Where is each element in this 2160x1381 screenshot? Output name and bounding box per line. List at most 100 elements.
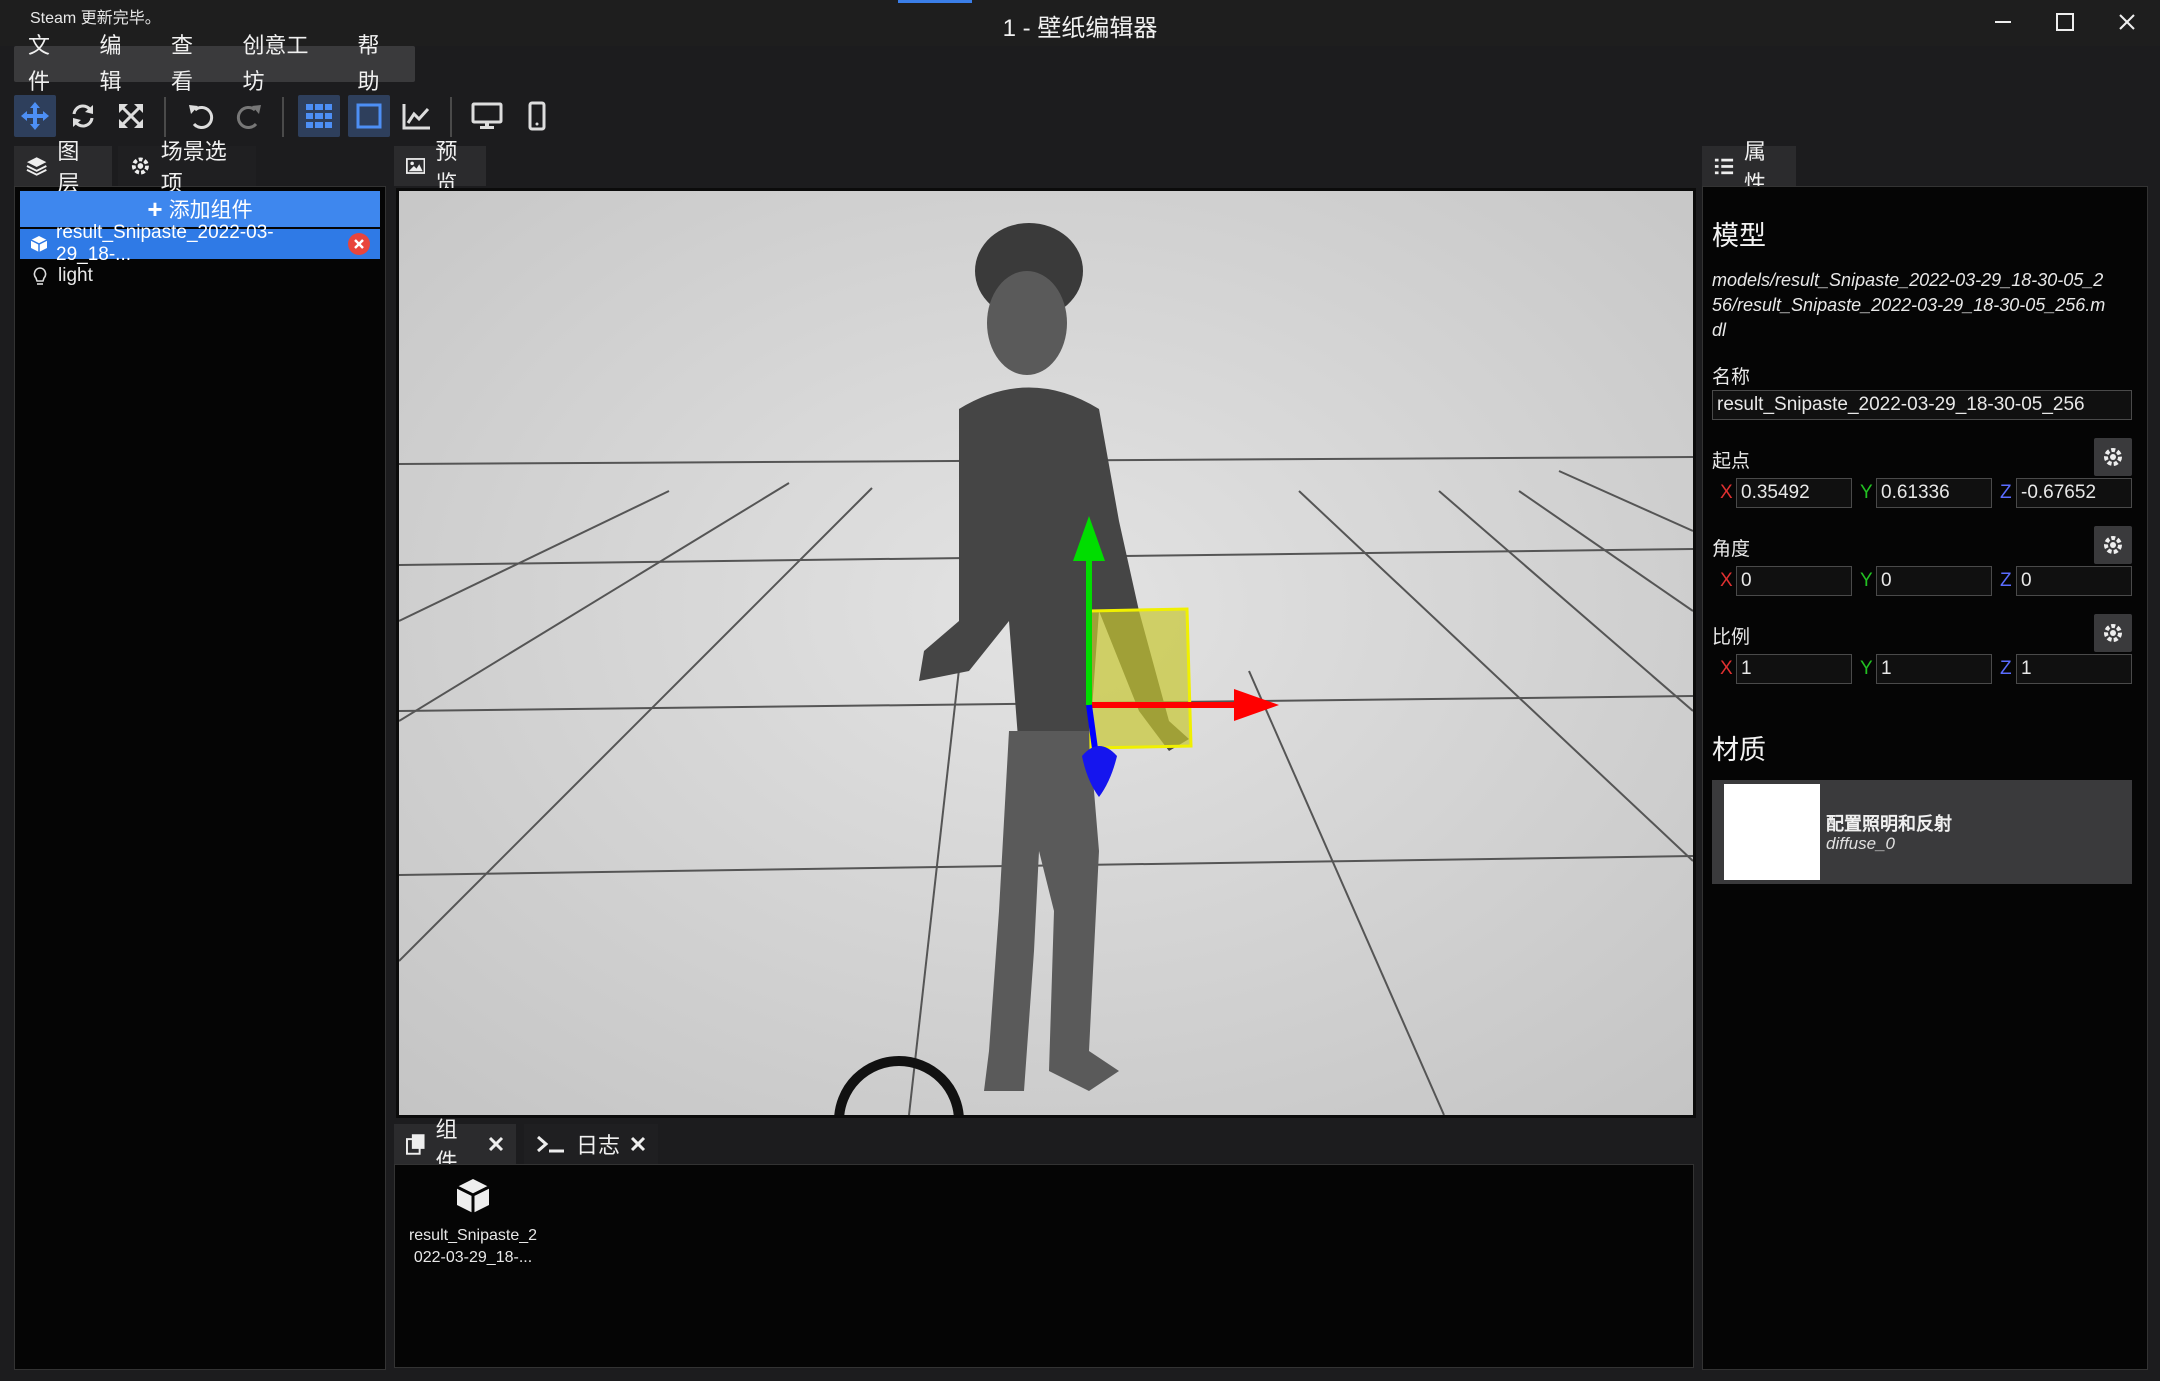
menu-file[interactable]: 文件 bbox=[14, 28, 86, 100]
undo-button[interactable] bbox=[180, 95, 222, 137]
grid-toggle-button[interactable] bbox=[298, 95, 340, 137]
redo-icon bbox=[236, 105, 261, 129]
axis-y-label: Y bbox=[1860, 482, 1873, 503]
scale-label: 比例 bbox=[1712, 627, 1751, 648]
material-thumbnail bbox=[1724, 784, 1820, 880]
tab-layers[interactable]: 图层 bbox=[14, 139, 112, 196]
move-tool-button[interactable] bbox=[14, 95, 56, 137]
scale-x-field[interactable]: 1 bbox=[1736, 654, 1852, 684]
move-icon bbox=[21, 102, 49, 130]
tab-layers-label: 图层 bbox=[57, 139, 80, 196]
angle-label: 角度 bbox=[1712, 539, 1751, 560]
menu-help[interactable]: 帮助 bbox=[343, 28, 415, 100]
origin-label: 起点 bbox=[1712, 451, 1751, 472]
terminal-icon bbox=[537, 1135, 564, 1153]
undo-icon bbox=[189, 105, 214, 129]
angle-x-field[interactable]: 0 bbox=[1736, 566, 1852, 596]
layer-item-light[interactable]: light bbox=[20, 261, 380, 291]
rotate-icon bbox=[72, 104, 94, 128]
origin-x-field[interactable]: 0.35492 bbox=[1736, 478, 1852, 508]
list-icon bbox=[1714, 158, 1734, 175]
origin-y-field[interactable]: 0.61336 bbox=[1876, 478, 1992, 508]
add-component-label: 添加组件 bbox=[168, 199, 253, 222]
layers-icon bbox=[26, 157, 47, 176]
model-heading: 模型 bbox=[1712, 221, 1766, 251]
origin-options-button[interactable] bbox=[2094, 438, 2132, 476]
square-icon bbox=[356, 103, 382, 129]
toolbar-divider bbox=[450, 97, 452, 137]
bounds-toggle-button[interactable] bbox=[348, 95, 390, 137]
material-subtitle: diffuse_0 bbox=[1826, 834, 1895, 853]
performance-button[interactable] bbox=[396, 95, 438, 137]
layers-panel bbox=[14, 186, 386, 1370]
tab-log[interactable]: 日志 bbox=[524, 1124, 658, 1164]
scene-viewport[interactable] bbox=[396, 188, 1696, 1118]
menu-view[interactable]: 查看 bbox=[157, 28, 229, 100]
mobile-icon bbox=[528, 101, 546, 131]
gear-icon bbox=[2104, 536, 2122, 554]
angle-y-field[interactable]: 0 bbox=[1876, 566, 1992, 596]
layer-item-label: result_Snipaste_2022-03-29_18-... bbox=[56, 222, 274, 265]
desktop-mode-button[interactable] bbox=[466, 95, 508, 137]
plus-icon: + bbox=[147, 193, 163, 224]
minimize-button[interactable] bbox=[1972, 0, 2034, 44]
scale-tool-button[interactable] bbox=[110, 95, 152, 137]
angle-z-field[interactable]: 0 bbox=[2016, 566, 2132, 596]
tab-scene-label: 场景选项 bbox=[160, 139, 227, 196]
mobile-mode-button[interactable] bbox=[516, 95, 558, 137]
angle-options-button[interactable] bbox=[2094, 526, 2132, 564]
maximize-icon bbox=[2056, 13, 2074, 31]
tab-scene-options[interactable]: 场景选项 bbox=[118, 139, 256, 196]
name-field[interactable]: result_Snipaste_2022-03-29_18-30-05_256 bbox=[1712, 390, 2132, 420]
scale-y-field[interactable]: 1 bbox=[1876, 654, 1992, 684]
axis-z-label: Z bbox=[2000, 482, 2012, 503]
axis-y-label: Y bbox=[1860, 658, 1873, 679]
tab-components[interactable]: 组件 bbox=[394, 1117, 516, 1174]
close-tab-icon[interactable] bbox=[488, 1136, 504, 1152]
scale-icon bbox=[119, 104, 143, 128]
component-tile-label: result_Snipaste_2 022-03-29_18-... bbox=[408, 1227, 538, 1266]
scene-canvas bbox=[399, 191, 1693, 1115]
cube-icon bbox=[456, 1179, 490, 1213]
gear-icon bbox=[131, 157, 149, 175]
menu-bar: 文件 编辑 查看 创意工坊 帮助 bbox=[14, 33, 415, 94]
remove-layer-button[interactable] bbox=[348, 233, 370, 255]
axis-x-label: X bbox=[1720, 570, 1733, 591]
material-title: 配置照明和反射 bbox=[1826, 814, 1952, 834]
rotate-tool-button[interactable] bbox=[62, 95, 104, 137]
minimize-icon bbox=[1995, 21, 2011, 23]
axis-z-label: Z bbox=[2000, 570, 2012, 591]
model-path: models/result_Snipaste_2022-03-29_18-30-… bbox=[1712, 270, 2106, 340]
toolbar-divider bbox=[164, 97, 166, 137]
title-accent bbox=[898, 0, 972, 3]
tab-preview[interactable]: 预览 bbox=[394, 139, 486, 196]
desktop-icon bbox=[471, 102, 503, 129]
scale-z-field[interactable]: 1 bbox=[2016, 654, 2132, 684]
image-icon bbox=[406, 158, 426, 174]
components-panel bbox=[394, 1164, 1694, 1368]
material-heading: 材质 bbox=[1712, 735, 1766, 765]
axis-x-label: X bbox=[1720, 658, 1733, 679]
gear-icon bbox=[2104, 624, 2122, 642]
close-icon bbox=[354, 239, 364, 249]
cube-icon bbox=[30, 236, 48, 252]
chart-line-icon bbox=[402, 104, 430, 130]
scale-options-button[interactable] bbox=[2094, 614, 2132, 652]
layer-item-model[interactable]: result_Snipaste_2022-03-29_18-... bbox=[20, 222, 380, 265]
maximize-button[interactable] bbox=[2034, 0, 2096, 44]
close-window-button[interactable] bbox=[2096, 0, 2158, 44]
axis-z-label: Z bbox=[2000, 658, 2012, 679]
material-card[interactable]: 配置照明和反射 diffuse_0 bbox=[1712, 780, 2132, 884]
close-tab-icon[interactable] bbox=[630, 1136, 646, 1152]
copy-icon bbox=[406, 1134, 425, 1155]
origin-z-field[interactable]: -0.67652 bbox=[2016, 478, 2132, 508]
menu-edit[interactable]: 编辑 bbox=[86, 28, 158, 100]
component-tile[interactable]: result_Snipaste_2 022-03-29_18-... bbox=[408, 1176, 538, 1269]
toolbar-divider bbox=[282, 97, 284, 137]
redo-button[interactable] bbox=[228, 95, 270, 137]
tab-properties[interactable]: 属性 bbox=[1702, 139, 1796, 196]
tab-log-label: 日志 bbox=[576, 1133, 621, 1158]
menu-workshop[interactable]: 创意工坊 bbox=[229, 28, 344, 100]
layer-item-label: light bbox=[58, 265, 93, 286]
lightbulb-icon bbox=[33, 267, 47, 285]
